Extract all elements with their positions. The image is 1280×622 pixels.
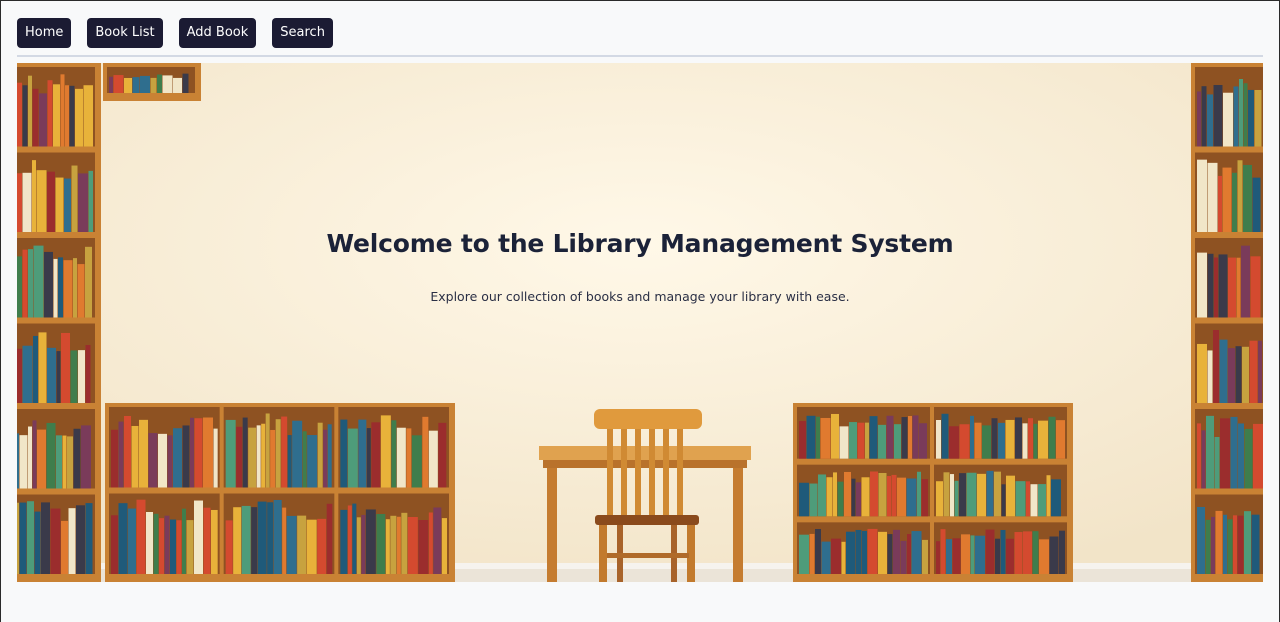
nav-add-book-button[interactable]: Add Book	[178, 18, 257, 48]
nav-home-button[interactable]: Home	[17, 18, 72, 48]
hero-subtitle: Explore our collection of books and mana…	[430, 289, 850, 304]
nav-search-button[interactable]: Search	[272, 18, 333, 48]
hero-banner: Welcome to the Library Management System…	[17, 63, 1263, 582]
library-background-image	[17, 63, 1263, 582]
hero-title: Welcome to the Library Management System	[326, 229, 954, 258]
nav-book-list-button[interactable]: Book List	[87, 18, 163, 48]
nav-divider	[17, 55, 1263, 57]
main-nav: Home Book List Add Book Search	[17, 18, 349, 48]
